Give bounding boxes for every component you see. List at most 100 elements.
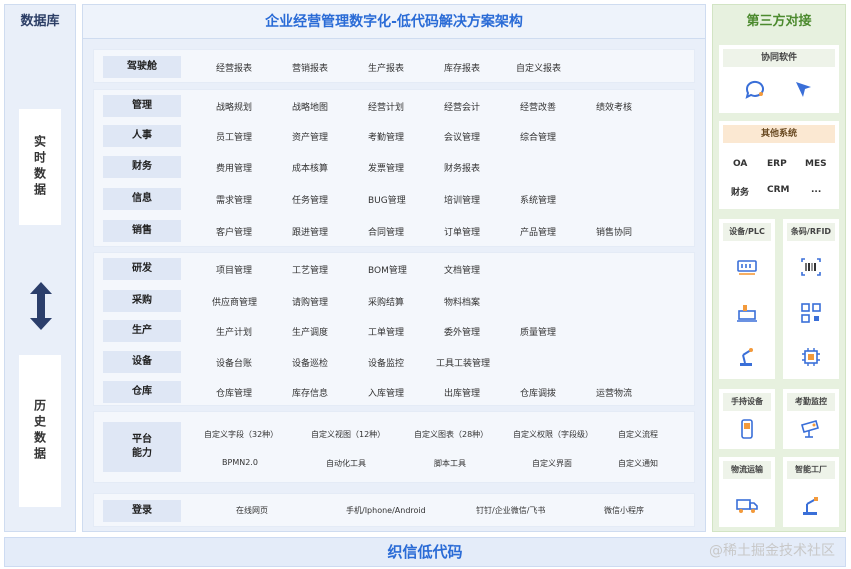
module-item: 工艺管理 [292,266,329,276]
watermark: @稀土掘金技术社区 [709,543,835,559]
barcode-rfid-title: 条码/RFID [787,223,835,241]
module-item: 供应商管理 [212,298,258,308]
handheld-device-box: 手持设备 [719,389,775,449]
cockpit-item: 库存报表 [444,64,481,74]
login-item: 在线网页 [236,506,268,515]
module-item: 设备监控 [368,359,405,369]
robot-arm-icon [735,345,759,369]
module-item: 入库管理 [368,389,405,399]
module-item: 员工管理 [216,133,253,143]
module-item: 培训管理 [444,196,481,206]
module-item: 质量管理 [520,328,557,338]
module-item: 会议管理 [444,133,481,143]
platform-group: 平台 能力 自定义字段（32种） 自定义视图（12种） 自定义图表（28种） 自定… [93,411,695,483]
module-item: BOM管理 [368,266,407,276]
row-label-cockpit: 驾驶舱 [103,56,181,78]
login-item: 手机/Iphone/Android [346,506,426,515]
system-item: OA [733,159,748,169]
module-item: 设备台账 [216,359,253,369]
module-item: 绩效考核 [596,103,633,113]
module-item: 库存信息 [292,389,329,399]
module-item: 运营物流 [596,389,633,399]
architecture-panel: 企业经营管理数字化-低代码解决方案架构 驾驶舱 经营报表 营销报表 生产报表 库… [82,4,706,532]
module-item: 订单管理 [444,228,481,238]
module-item: 生产调度 [292,328,329,338]
module-item: 战略规划 [216,103,253,113]
platform-label-line1: 平台 [132,434,152,445]
third-party-title: 第三方对接 [746,14,812,29]
module-item: 仓库管理 [216,389,253,399]
module-item: 财务报表 [444,164,481,174]
other-systems-title: 其他系统 [723,125,835,143]
qr-code-icon [799,301,823,325]
database-title: 数据库 [20,14,60,29]
smart-factory-box: 智能工厂 [783,457,839,527]
module-item: 费用管理 [216,164,253,174]
logistics-title: 物流运输 [723,461,771,479]
module-item: 综合管理 [520,133,557,143]
platform-item: 自定义图表（28种） [414,430,489,439]
module-item: 经营改善 [520,103,557,113]
module-item: 产品管理 [520,228,557,238]
module-item: 委外管理 [444,328,481,338]
row-label-login: 登录 [103,500,181,522]
module-item: 客户管理 [216,228,253,238]
module-item: 任务管理 [292,196,329,206]
third-party-panel: 第三方对接 协同软件 其他系统 OA ERP MES 财务 CRM ... 设备… [712,4,846,532]
row-label-platform: 平台 能力 [103,422,181,472]
history-data-box: 历史数据 [19,355,61,507]
module-item: 物料档案 [444,298,481,308]
dingtalk-chat-icon [743,77,767,101]
cockpit-item: 经营报表 [216,64,253,74]
assembly-line-icon [735,301,759,325]
login-item: 钉钉/企业微信/飞书 [476,506,546,515]
device-plc-box: 设备/PLC [719,219,775,379]
platform-item: 自定义权限（字段级） [513,430,593,439]
barcode-rfid-box: 条码/RFID [783,219,839,379]
module-item: 经营计划 [368,103,405,113]
other-systems-box: 其他系统 OA ERP MES 财务 CRM ... [719,121,839,209]
attendance-monitor-title: 考勤监控 [787,393,835,411]
cockpit-group: 驾驶舱 经营报表 营销报表 生产报表 库存报表 自定义报表 [93,49,695,83]
row-label-purchasing: 采购 [103,290,181,312]
module-item: 战略地图 [292,103,329,113]
platform-item: BPMN2.0 [222,458,258,467]
operations-group: 研发 项目管理 工艺管理 BOM管理 文档管理 采购 供应商管理 请购管理 采购… [93,252,695,406]
logistics-box: 物流运输 [719,457,775,527]
rfid-chip-icon [799,345,823,369]
platform-label-line2: 能力 [132,448,152,459]
module-item: 采购结算 [368,298,405,308]
module-item: 合同管理 [368,228,405,238]
row-label-equipment: 设备 [103,351,181,373]
module-item: 系统管理 [520,196,557,206]
platform-item: 自动化工具 [326,459,366,468]
row-label-production: 生产 [103,320,181,342]
barcode-icon [799,255,823,279]
handheld-scanner-icon [735,417,759,441]
platform-item: 脚本工具 [434,459,466,468]
smart-factory-title: 智能工厂 [787,461,835,479]
module-item: 工具工装管理 [436,359,491,369]
system-item: ERP [767,159,787,169]
login-item: 微信小程序 [604,506,644,515]
row-label-sales: 销售 [103,220,181,242]
collab-software-title: 协同软件 [723,49,835,67]
system-item: ... [811,185,822,195]
cockpit-item: 营销报表 [292,64,329,74]
row-label-management: 管理 [103,95,181,117]
row-label-rnd: 研发 [103,258,181,280]
platform-item: 自定义视图（12种） [311,430,386,439]
module-item: 设备巡检 [292,359,329,369]
feishu-icon [791,77,815,101]
module-item: 资产管理 [292,133,329,143]
module-item: 工单管理 [368,328,405,338]
module-item: 需求管理 [216,196,253,206]
platform-item: 自定义界面 [532,459,572,468]
module-item: 仓库调拨 [520,389,557,399]
module-item: 考勤管理 [368,133,405,143]
login-group: 登录 在线网页 手机/Iphone/Android 钉钉/企业微信/飞书 微信小… [93,493,695,527]
module-item: 跟进管理 [292,228,329,238]
platform-item: 自定义流程 [618,430,658,439]
module-item: 出库管理 [444,389,481,399]
row-label-info: 信息 [103,188,181,210]
